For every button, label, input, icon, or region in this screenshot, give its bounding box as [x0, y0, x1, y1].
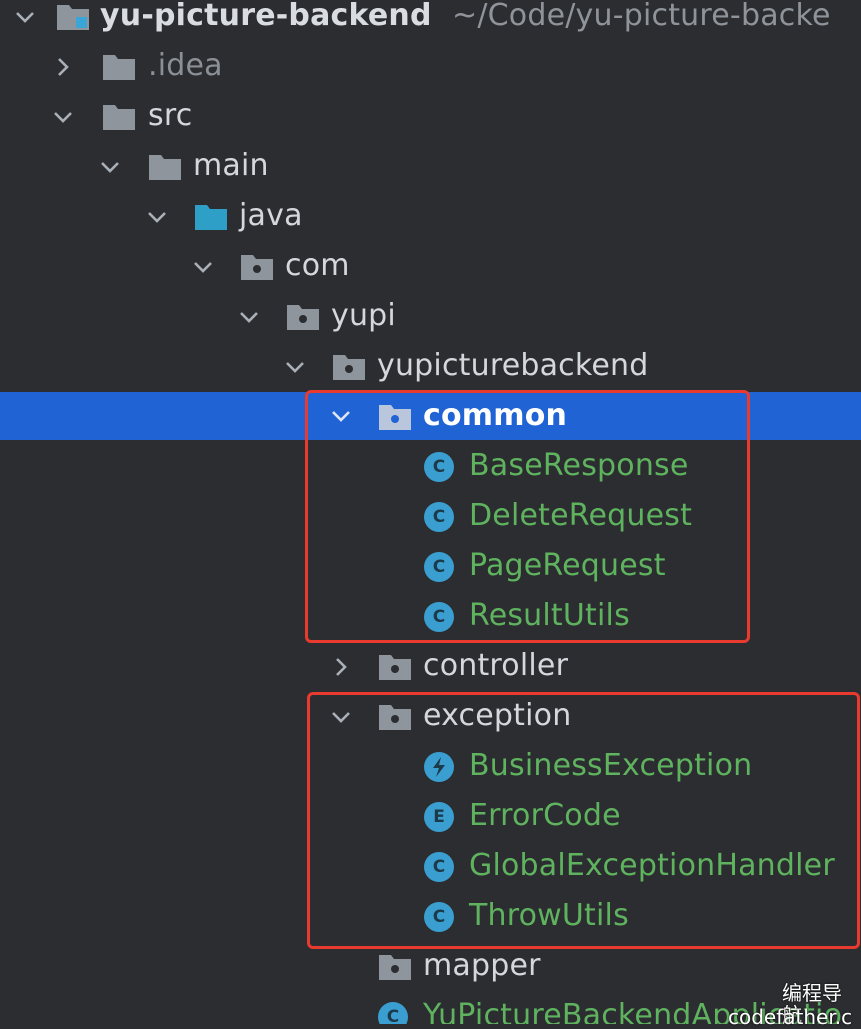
tree-label: java — [239, 198, 303, 233]
folder-icon — [148, 151, 182, 181]
chevron-down-icon[interactable] — [238, 306, 260, 328]
tree-label: GlobalExceptionHandler — [469, 848, 835, 883]
package-icon — [286, 301, 320, 331]
tree-row-class[interactable]: C GlobalExceptionHandler — [0, 842, 861, 892]
package-icon — [378, 401, 412, 431]
chevron-down-icon[interactable] — [284, 356, 306, 378]
source-folder-icon — [194, 201, 228, 231]
folder-icon — [102, 51, 136, 81]
project-tree: yu-picture-backend ~/Code/yu-picture-bac… — [0, 0, 861, 1028]
enum-icon: E — [424, 802, 454, 832]
folder-icon — [102, 101, 136, 131]
tree-row-controller[interactable]: controller — [0, 642, 861, 692]
tree-label: ThrowUtils — [469, 898, 629, 933]
class-icon: C — [424, 452, 454, 482]
watermark-url: codefather.c — [728, 1005, 853, 1029]
tree-row-mapper[interactable]: mapper — [0, 942, 861, 992]
project-path: ~/Code/yu-picture-backe — [452, 0, 831, 33]
package-icon — [378, 701, 412, 731]
class-icon: C — [424, 602, 454, 632]
tree-label: BusinessException — [469, 748, 753, 783]
tree-label: mapper — [423, 948, 541, 983]
project-name: yu-picture-backend — [100, 0, 432, 33]
class-icon: C — [424, 502, 454, 532]
class-icon: C — [424, 552, 454, 582]
tree-row-common[interactable]: common — [0, 392, 861, 440]
tree-label: PageRequest — [469, 548, 666, 583]
chevron-down-icon[interactable] — [14, 6, 36, 28]
chevron-down-icon[interactable] — [192, 256, 214, 278]
tree-row-enum[interactable]: E ErrorCode — [0, 792, 861, 842]
chevron-down-icon[interactable] — [99, 156, 121, 178]
tree-row-project[interactable]: yu-picture-backend ~/Code/yu-picture-bac… — [0, 0, 861, 42]
chevron-right-icon[interactable] — [52, 56, 74, 78]
class-icon: C — [424, 852, 454, 882]
tree-row-yupicturebackend[interactable]: yupicturebackend — [0, 342, 861, 392]
tree-label: main — [193, 148, 269, 183]
tree-label: src — [148, 98, 193, 133]
tree-row-yupi[interactable]: yupi — [0, 292, 861, 342]
chevron-right-icon[interactable] — [330, 656, 352, 678]
package-icon — [332, 351, 366, 381]
tree-row-java[interactable]: java — [0, 192, 861, 242]
tree-row-class[interactable]: C DeleteRequest — [0, 492, 861, 542]
package-icon — [378, 951, 412, 981]
chevron-down-icon[interactable] — [330, 405, 352, 427]
class-icon: C — [424, 902, 454, 932]
tree-label: ResultUtils — [469, 598, 630, 633]
package-icon — [378, 651, 412, 681]
tree-row-class[interactable]: C ThrowUtils — [0, 892, 861, 942]
tree-row-class[interactable]: C PageRequest — [0, 542, 861, 592]
tree-label: DeleteRequest — [469, 498, 693, 533]
tree-row-com[interactable]: com — [0, 242, 861, 292]
module-folder-icon — [56, 1, 90, 31]
tree-row-main[interactable]: main — [0, 142, 861, 192]
tree-label: .idea — [148, 48, 223, 83]
tree-row-idea[interactable]: .idea — [0, 42, 861, 92]
exception-class-icon — [424, 752, 454, 782]
chevron-down-icon[interactable] — [52, 106, 74, 128]
chevron-down-icon[interactable] — [330, 706, 352, 728]
tree-row-exception-class[interactable]: BusinessException — [0, 742, 861, 792]
tree-label: controller — [423, 648, 569, 683]
tree-label: common — [423, 398, 568, 433]
tree-label: ErrorCode — [469, 798, 621, 833]
tree-label: yupicturebackend — [377, 348, 649, 383]
tree-label: BaseResponse — [469, 448, 689, 483]
tree-row-exception[interactable]: exception — [0, 692, 861, 742]
tree-label: com — [285, 248, 350, 283]
tree-row-class[interactable]: C ResultUtils — [0, 592, 861, 642]
spring-boot-class-icon: C — [378, 1002, 408, 1024]
tree-row-class[interactable]: C BaseResponse — [0, 442, 861, 492]
package-icon — [240, 251, 274, 281]
tree-label: yupi — [331, 298, 396, 333]
chevron-down-icon[interactable] — [146, 206, 168, 228]
tree-row-src[interactable]: src — [0, 92, 861, 142]
tree-label: exception — [423, 698, 572, 733]
